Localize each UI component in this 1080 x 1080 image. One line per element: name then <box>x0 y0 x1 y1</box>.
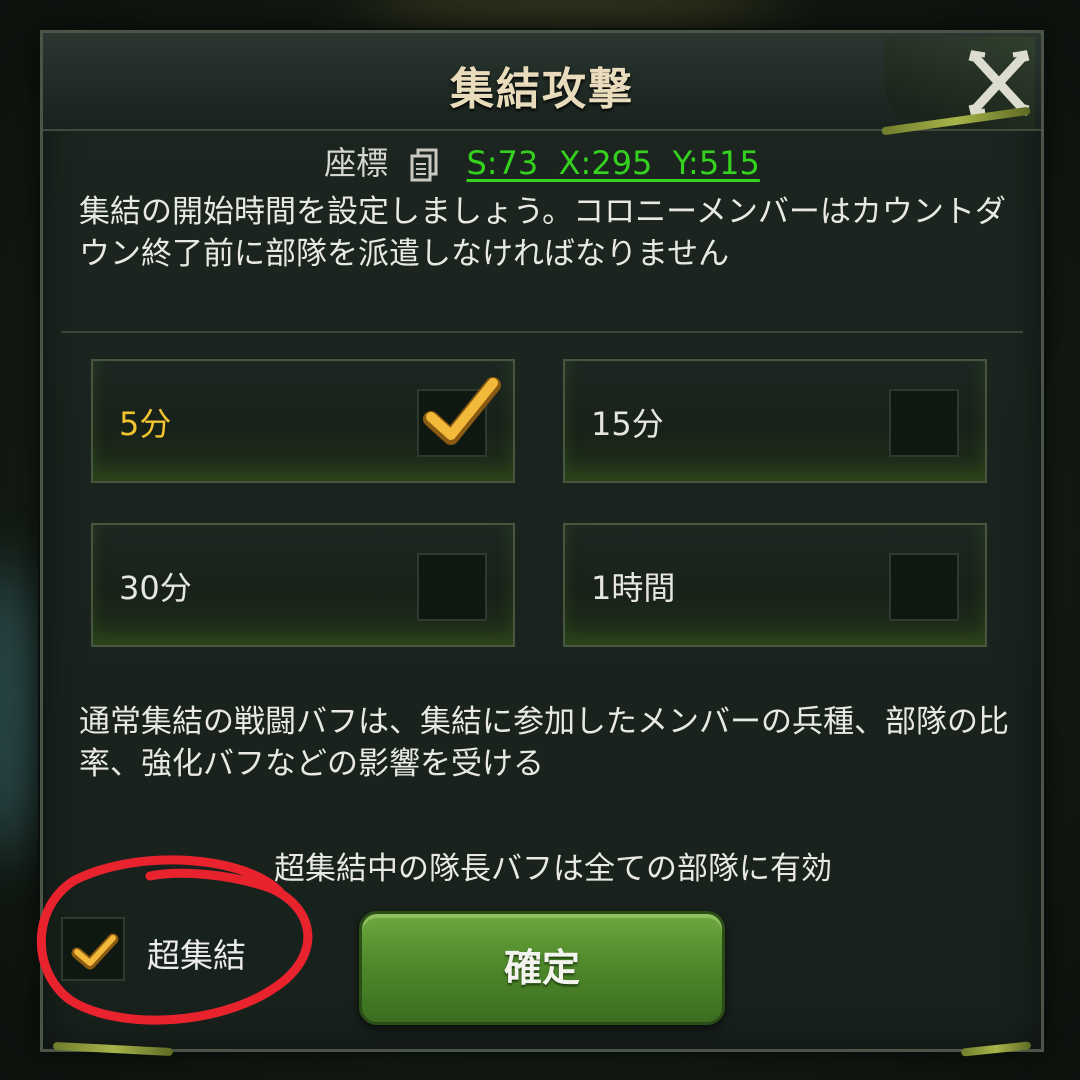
super-rally-note: 超集結中の隊長バフは全ての部隊に有効 <box>274 851 832 887</box>
duration-label: 15分 <box>591 405 664 443</box>
coordinates-row: 座標 S:73 X:295 Y:515 <box>43 138 1041 184</box>
vine-decoration <box>52 1041 174 1057</box>
copy-icon[interactable] <box>410 148 438 182</box>
duration-checkbox[interactable] <box>417 553 487 621</box>
duration-label: 5分 <box>119 405 172 443</box>
vine-decoration <box>960 1041 1032 1057</box>
duration-label: 1時間 <box>591 569 676 607</box>
duration-checkbox[interactable] <box>889 553 959 621</box>
duration-checkbox[interactable] <box>889 389 959 457</box>
checkmark-icon <box>423 377 501 445</box>
duration-option-15min[interactable]: 15分 <box>563 359 987 483</box>
super-rally-checkbox[interactable] <box>61 917 125 981</box>
coordinates-label: 座標 <box>324 144 389 182</box>
duration-checkbox[interactable] <box>417 377 501 457</box>
duration-option-30min[interactable]: 30分 <box>91 523 515 647</box>
checkmark-icon <box>71 933 119 970</box>
super-rally-toggle[interactable]: 超集結 <box>61 917 321 987</box>
confirm-button[interactable]: 確定 <box>359 911 725 1025</box>
normal-rally-note: 通常集結の戦闘バフは、集結に参加したメンバーの兵種、部隊の比率、強化バフなどの影… <box>79 704 1009 782</box>
intro-text: 集結の開始時間を設定しましょう。コロニーメンバーはカウントダウン終了前に部隊を派… <box>79 194 1006 272</box>
rally-attack-dialog: 集結攻撃 座標 S:73 X:295 Y:515 集結の開始時間を設定しましょう… <box>40 30 1044 1057</box>
dialog-title-bar: 集結攻撃 <box>43 33 1041 136</box>
super-rally-label: 超集結 <box>147 936 246 975</box>
coordinates-link[interactable]: S:73 X:295 Y:515 <box>466 144 759 182</box>
duration-option-5min[interactable]: 5分 <box>91 359 515 483</box>
duration-option-1hour[interactable]: 1時間 <box>563 523 987 647</box>
background-blur-top <box>360 0 780 30</box>
duration-label: 30分 <box>119 569 192 607</box>
section-divider <box>61 331 1023 333</box>
